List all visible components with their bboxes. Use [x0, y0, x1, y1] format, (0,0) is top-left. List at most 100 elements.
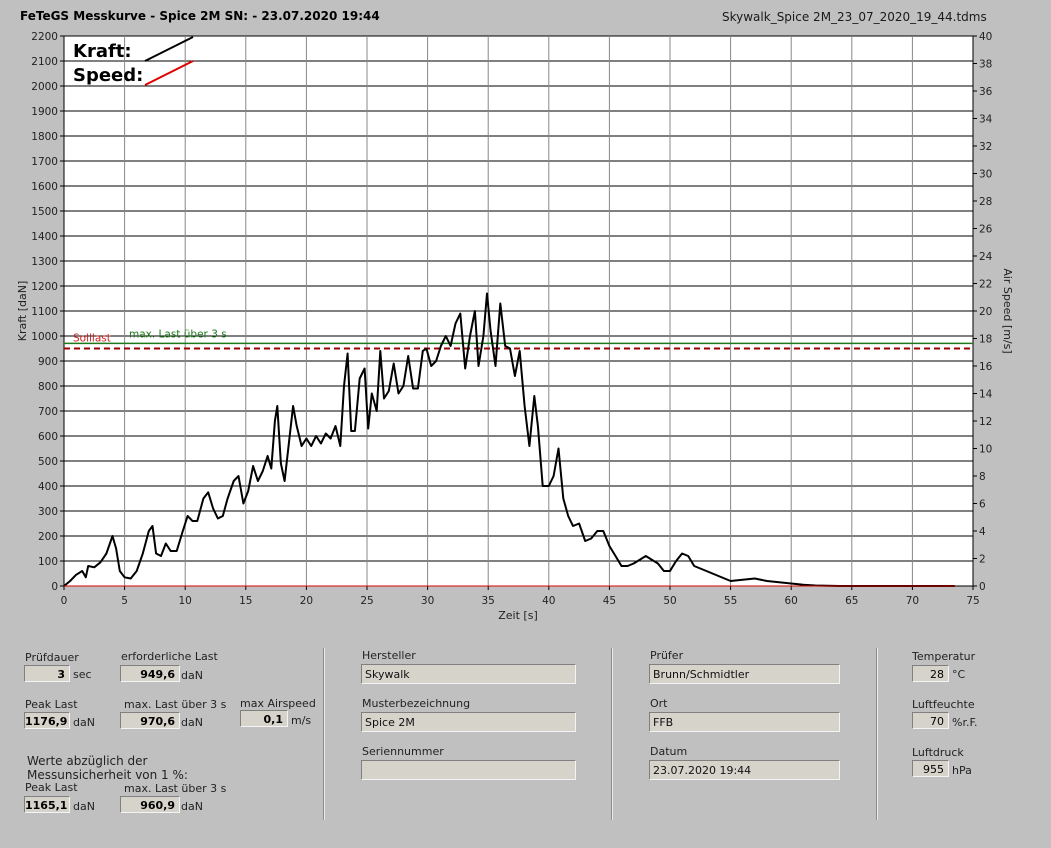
y2-tick-label: 38: [979, 59, 992, 71]
y-tick-label: 1800: [31, 131, 58, 143]
y2-tick-label: 36: [979, 86, 993, 98]
y-tick-label: 2100: [31, 56, 58, 68]
peak-last2-field: 1165,1: [24, 796, 70, 813]
x-tick-label: 35: [482, 595, 495, 607]
y-tick-label: 2200: [31, 31, 58, 43]
y2-tick-label: 12: [979, 416, 992, 428]
y2-tick-label: 6: [979, 499, 986, 511]
druck-label: Luftdruck: [912, 746, 964, 759]
y-tick-label: 1000: [31, 331, 58, 343]
erf-last-unit: daN: [181, 669, 203, 682]
max-last-label: max. Last über 3 s: [124, 698, 227, 711]
y2-tick-label: 24: [979, 251, 993, 263]
muster-field[interactable]: Spice 2M: [361, 712, 576, 732]
y2-tick-label: 4: [979, 526, 986, 538]
maxlast-label: max. Last über 3 s: [129, 328, 227, 340]
feuchte-unit: %r.F.: [952, 716, 978, 729]
druck-field: 955: [912, 760, 949, 777]
muster-label: Musterbezeichnung: [362, 697, 471, 710]
erf-last-label: erforderliche Last: [121, 650, 218, 663]
y2-tick-label: 0: [979, 581, 986, 593]
x-tick-label: 15: [239, 595, 252, 607]
peak-last2-unit: daN: [73, 800, 95, 813]
peak-last-label: Peak Last: [25, 698, 78, 711]
max-last-unit: daN: [181, 716, 203, 729]
y-tick-label: 0: [51, 581, 58, 593]
pruefer-label: Prüfer: [650, 649, 684, 662]
serien-field[interactable]: [361, 760, 576, 780]
max-last2-unit: daN: [181, 800, 203, 813]
max-airspeed-unit: m/s: [291, 714, 312, 727]
datum-label: Datum: [650, 745, 688, 758]
pruefdauer-label: Prüfdauer: [25, 651, 79, 664]
y2-tick-label: 14: [979, 389, 993, 401]
y-tick-label: 200: [38, 531, 58, 543]
werte-note-line1: Werte abzüglich der: [27, 754, 148, 768]
panel-separator: [611, 648, 613, 820]
x-tick-label: 5: [121, 595, 128, 607]
y2-tick-label: 22: [979, 279, 992, 291]
y2-tick-label: 28: [979, 196, 992, 208]
max-airspeed-label: max Airspeed: [240, 697, 316, 710]
y-tick-label: 2000: [31, 81, 58, 93]
panel-separator: [323, 648, 325, 820]
y2-tick-label: 40: [979, 31, 992, 43]
y-tick-label: 1400: [31, 231, 58, 243]
x-tick-label: 10: [179, 595, 192, 607]
max-last2-field: 960,9: [120, 796, 180, 813]
hersteller-field[interactable]: Skywalk: [361, 664, 576, 684]
druck-unit: hPa: [952, 764, 972, 777]
pruefer-field[interactable]: Brunn/Schmidtler: [649, 664, 840, 684]
y2-tick-label: 2: [979, 554, 986, 566]
peak-last2-label: Peak Last: [25, 781, 78, 794]
x-tick-label: 25: [360, 595, 373, 607]
y-tick-label: 1900: [31, 106, 58, 118]
temp-field: 28: [912, 665, 949, 682]
pruefdauer-field: 3: [24, 665, 70, 682]
serien-label: Seriennummer: [362, 745, 444, 758]
y-axis-label: Kraft [daN]: [16, 281, 29, 342]
hersteller-label: Hersteller: [362, 649, 416, 662]
force-chart: 0100200300400500600700800900100011001200…: [16, 31, 1014, 622]
panel-separator: [876, 648, 878, 820]
x-tick-label: 20: [300, 595, 313, 607]
x-tick-label: 70: [906, 595, 919, 607]
y-tick-label: 300: [38, 506, 58, 518]
y2-tick-label: 30: [979, 169, 992, 181]
y-tick-label: 1600: [31, 181, 58, 193]
y-tick-label: 600: [38, 431, 58, 443]
peak-last-unit: daN: [73, 716, 95, 729]
ort-field[interactable]: FFB: [649, 712, 840, 732]
legend-kraft-label: Kraft:: [73, 41, 132, 62]
y-tick-label: 1700: [31, 156, 58, 168]
x-tick-label: 50: [663, 595, 676, 607]
erf-last-field: 949,6: [120, 665, 180, 682]
max-airspeed-field: 0,1: [240, 710, 288, 727]
y-tick-label: 400: [38, 481, 58, 493]
y2-tick-label: 34: [979, 114, 993, 126]
y2-axis-label: Air Speed [m/s]: [1001, 268, 1014, 353]
y-tick-label: 1100: [31, 306, 58, 318]
y-tick-label: 800: [38, 381, 58, 393]
y-tick-label: 700: [38, 406, 58, 418]
y2-tick-label: 20: [979, 306, 992, 318]
datum-field[interactable]: 23.07.2020 19:44: [649, 760, 840, 780]
max-last2-label: max. Last über 3 s: [124, 782, 227, 795]
y-tick-label: 900: [38, 356, 58, 368]
y-tick-label: 1200: [31, 281, 58, 293]
legend-speed-label: Speed:: [73, 65, 143, 86]
werte-note-line2: Messunsicherheit von 1 %:: [27, 768, 188, 782]
x-tick-label: 55: [724, 595, 737, 607]
temp-label: Temperatur: [912, 650, 976, 663]
feuchte-field: 70: [912, 712, 949, 729]
x-tick-label: 60: [785, 595, 798, 607]
y2-tick-label: 26: [979, 224, 993, 236]
x-tick-label: 75: [966, 595, 979, 607]
x-axis-label: Zeit [s]: [498, 609, 537, 622]
y2-tick-label: 10: [979, 444, 992, 456]
y-tick-label: 100: [38, 556, 58, 568]
x-tick-label: 65: [845, 595, 858, 607]
y2-tick-label: 16: [979, 361, 993, 373]
temp-unit: °C: [952, 668, 966, 681]
y-tick-label: 500: [38, 456, 58, 468]
